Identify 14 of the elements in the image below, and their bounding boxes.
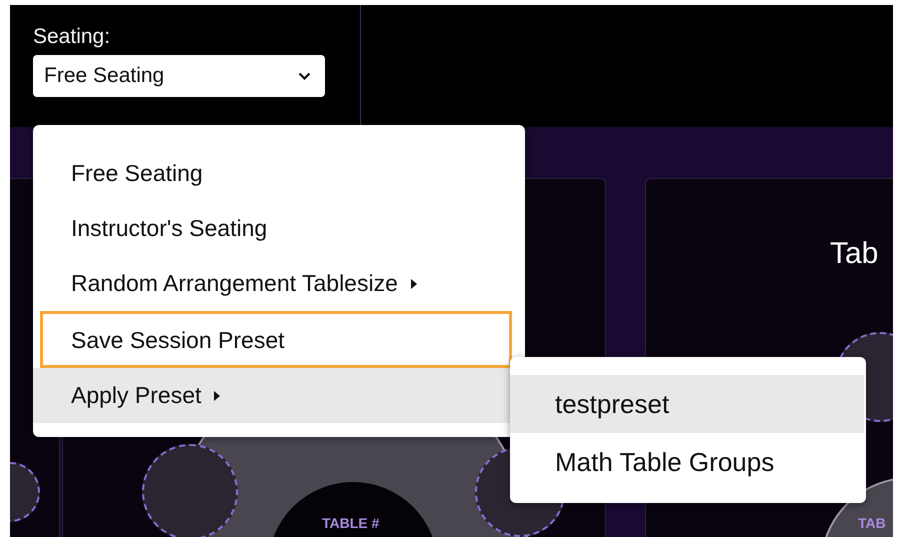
table-label: TAB [858, 515, 886, 531]
seating-label: Seating: [33, 25, 112, 49]
caret-icon [213, 390, 222, 402]
table-label: TABLE # [322, 515, 380, 531]
menu-item[interactable]: testpreset [510, 375, 864, 433]
table-label: Tab [830, 237, 878, 271]
seating-select[interactable]: Free Seating [33, 55, 325, 97]
menu-item[interactable]: Instructor's Seating [33, 201, 525, 256]
menu-item[interactable]: Random Arrangement Tablesize [33, 256, 525, 311]
menu-item[interactable]: Save Session Preset [40, 311, 512, 368]
menu-item[interactable]: Free Seating [33, 146, 525, 201]
caret-icon [410, 278, 418, 290]
chevron-down-icon [298, 72, 311, 80]
menu-item[interactable]: Math Table Groups [510, 433, 864, 491]
